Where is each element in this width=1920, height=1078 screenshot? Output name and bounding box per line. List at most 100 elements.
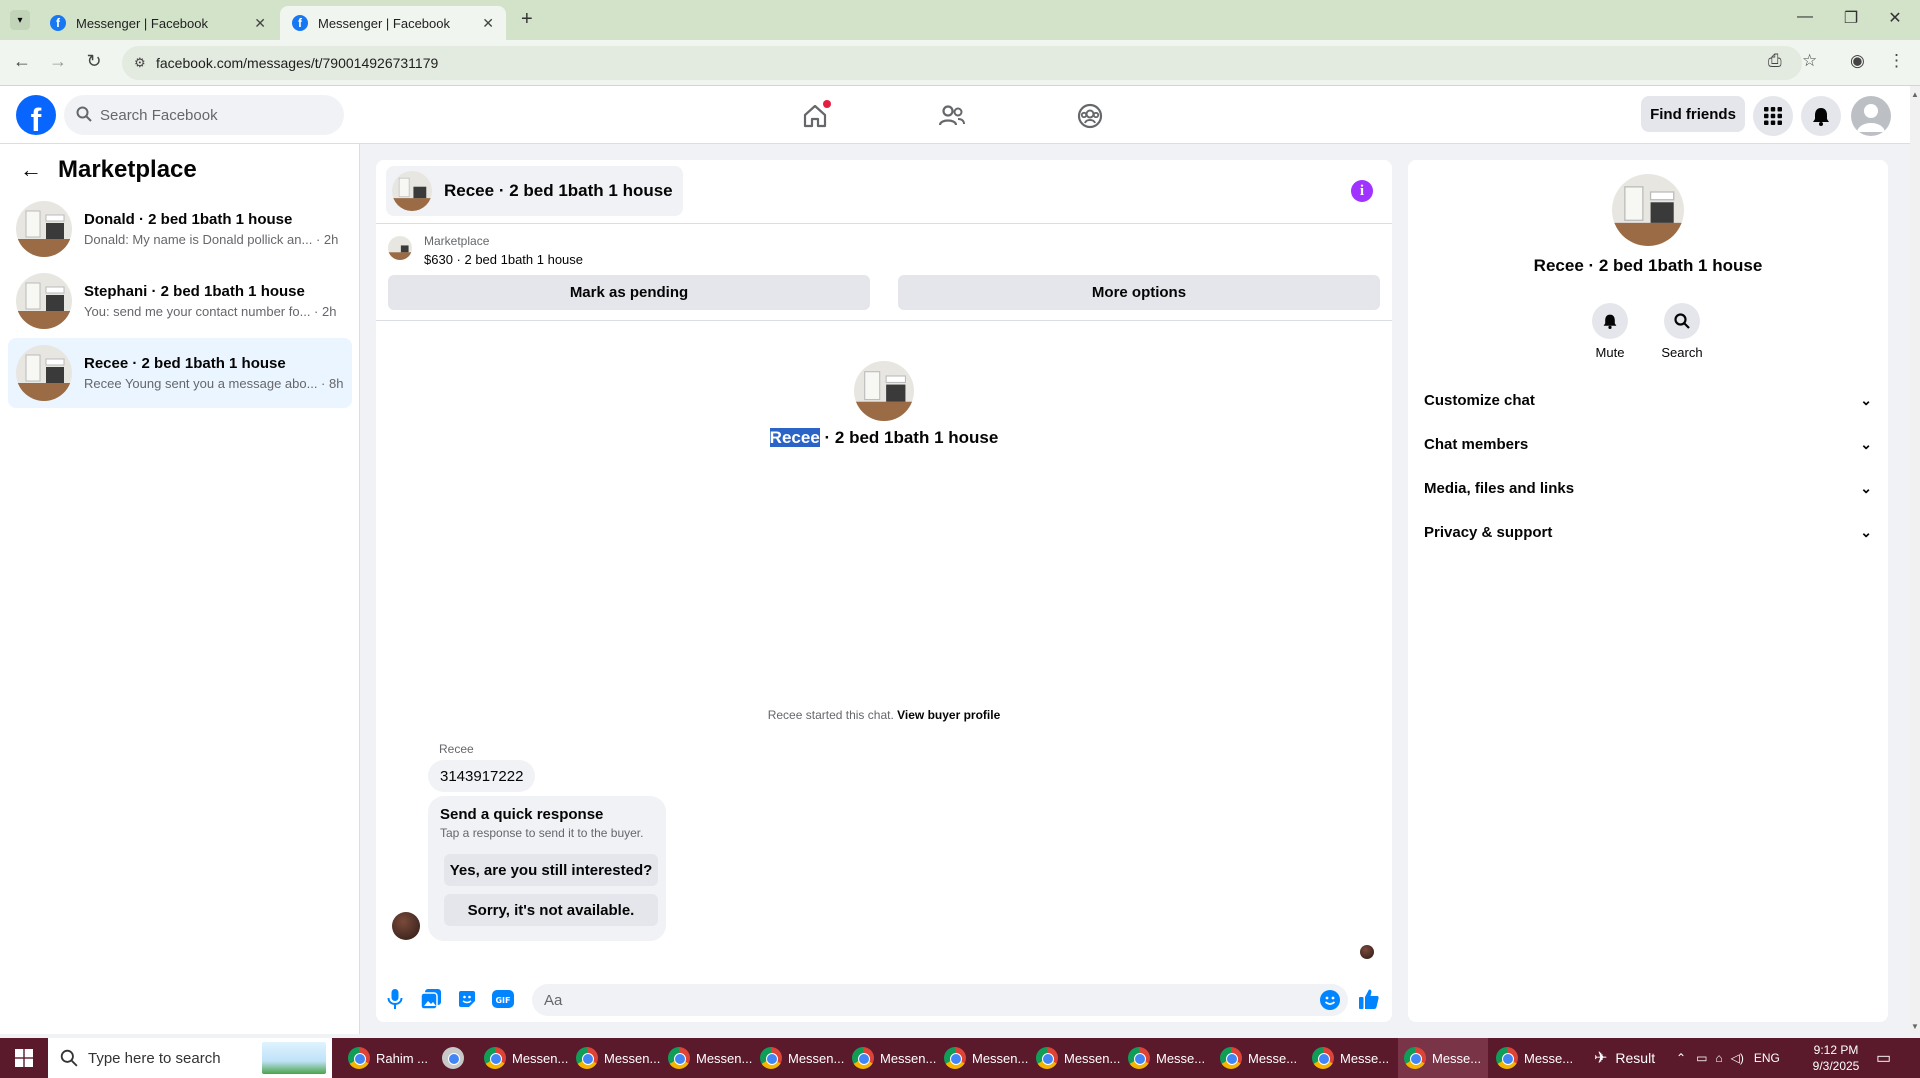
scroll-up-arrow-icon[interactable]: ▲ <box>1911 90 1919 99</box>
profile-icon[interactable]: ◉ <box>1850 51 1865 71</box>
mute-button[interactable]: Mute <box>1580 303 1640 360</box>
chevron-down-icon: ⌄ <box>1860 479 1872 496</box>
seen-indicator-avatar <box>1360 945 1374 959</box>
browser-menu-icon[interactable]: ⋮ <box>1888 51 1905 71</box>
forward-arrow-icon[interactable]: → <box>46 51 70 72</box>
close-tab-icon[interactable]: ✕ <box>482 15 494 32</box>
taskbar-app-chrome[interactable]: Messen... <box>754 1038 844 1078</box>
chrome-icon <box>668 1047 690 1069</box>
taskbar-app-chrome[interactable]: Messe... <box>1306 1038 1396 1078</box>
thumbs-up-icon[interactable] <box>1358 988 1380 1010</box>
browser-tab-1[interactable]: f Messenger | Facebook ✕ <box>38 6 278 40</box>
menu-grid-icon[interactable] <box>1753 96 1793 136</box>
tab-search-chevron-icon[interactable]: ▾ <box>10 10 30 30</box>
url-field[interactable]: ⚙ facebook.com/messages/t/79001492673117… <box>122 46 1802 80</box>
home-icon[interactable] <box>797 98 833 134</box>
search-in-chat-button[interactable]: Search <box>1652 303 1712 360</box>
taskbar-app-chrome[interactable]: Messen... <box>1030 1038 1120 1078</box>
conversation-name: Stephani · 2 bed 1bath 1 house <box>84 283 305 300</box>
chat-members-section[interactable]: Chat members ⌄ <box>1424 426 1872 462</box>
quick-reply-still-interested-button[interactable]: Yes, are you still interested? <box>444 854 658 886</box>
back-arrow-icon[interactable]: ← <box>10 51 34 72</box>
scroll-down-arrow-icon[interactable]: ▼ <box>1911 1022 1919 1031</box>
view-buyer-profile-link[interactable]: View buyer profile <box>897 708 1000 722</box>
listing-thumbnail[interactable] <box>388 236 412 260</box>
taskbar-app-chrome[interactable]: Messe... <box>1490 1038 1580 1078</box>
conversation-item-recee[interactable]: Recee · 2 bed 1bath 1 house Recee Young … <box>8 338 352 408</box>
bookmark-star-icon[interactable]: ☆ <box>1802 51 1817 71</box>
taskbar-app-chrome[interactable]: Messen... <box>570 1038 660 1078</box>
windows-taskbar: Type here to search Rahim ... Messen... … <box>0 1038 1920 1078</box>
taskbar-app-label: Messen... <box>788 1050 844 1066</box>
restore-icon[interactable]: ❐ <box>1836 8 1866 28</box>
system-tray: ⌃ ▭ ⌂ ◁) ENG <box>1676 1038 1780 1078</box>
taskbar-app-chrome[interactable]: Messen... <box>478 1038 568 1078</box>
browser-tab-2[interactable]: f Messenger | Facebook ✕ <box>280 6 506 40</box>
photo-icon[interactable] <box>420 988 442 1010</box>
media-files-links-section[interactable]: Media, files and links ⌄ <box>1424 470 1872 506</box>
sender-avatar[interactable] <box>392 912 420 940</box>
notifications-bell-icon[interactable] <box>1801 96 1841 136</box>
window-close-icon[interactable]: ✕ <box>1880 8 1910 28</box>
mute-label: Mute <box>1595 345 1625 360</box>
taskbar-app-pinned[interactable] <box>436 1038 472 1078</box>
language-indicator[interactable]: ENG <box>1754 1051 1780 1065</box>
emoji-icon[interactable] <box>1320 990 1340 1010</box>
privacy-support-section[interactable]: Privacy & support ⌄ <box>1424 514 1872 550</box>
tray-expand-chevron-icon[interactable]: ⌃ <box>1676 1051 1686 1065</box>
taskbar-app-chrome[interactable]: Rahim ... <box>342 1038 432 1078</box>
taskbar-app-chrome[interactable]: Messen... <box>938 1038 1028 1078</box>
close-tab-icon[interactable]: ✕ <box>254 15 266 32</box>
taskbar-weather-widget[interactable]: ✈ Result <box>1588 1038 1672 1078</box>
reload-icon[interactable]: ↻ <box>82 51 106 72</box>
listing-price[interactable]: $630 · 2 bed 1bath 1 house <box>424 252 583 267</box>
find-friends-button[interactable]: Find friends <box>1641 96 1745 132</box>
sticker-icon[interactable] <box>456 988 478 1010</box>
message-input[interactable] <box>532 984 1348 1016</box>
chat-header-button[interactable]: Recee · 2 bed 1bath 1 house <box>386 166 683 216</box>
microphone-icon[interactable] <box>384 988 406 1010</box>
taskbar-clock[interactable]: 9:12 PM 9/3/2025 <box>1800 1042 1872 1074</box>
account-avatar[interactable] <box>1851 96 1891 136</box>
taskbar-app-chrome[interactable]: Messe... <box>1214 1038 1304 1078</box>
clock-time: 9:12 PM <box>1813 1043 1859 1057</box>
taskbar-app-label: Messe... <box>1248 1050 1298 1066</box>
groups-icon[interactable] <box>1072 98 1108 134</box>
friends-icon[interactable] <box>934 98 970 134</box>
windows-start-icon[interactable] <box>0 1038 48 1078</box>
back-arrow-icon[interactable]: ← <box>20 157 42 183</box>
facebook-search-input[interactable]: Search Facebook <box>64 95 344 135</box>
search-highlight-illustration <box>262 1042 326 1074</box>
conversation-item-donald[interactable]: Donald · 2 bed 1bath 1 house Donald: My … <box>8 194 352 264</box>
install-app-icon[interactable]: ⎙ <box>1768 51 1782 71</box>
new-tab-plus-icon[interactable]: + <box>521 8 533 31</box>
taskbar-app-label: Messe... <box>1524 1050 1574 1066</box>
taskbar-app-chrome-active[interactable]: Messe... <box>1398 1038 1488 1078</box>
app-icon <box>442 1047 464 1069</box>
message-bubble[interactable]: 3143917222 <box>428 760 536 792</box>
minimize-icon[interactable]: — <box>1790 8 1820 26</box>
taskbar-app-chrome[interactable]: Messe... <box>1122 1038 1212 1078</box>
conversation-snippet: Donald: My name is Donald pollick an... … <box>84 232 339 247</box>
page-scrollbar[interactable] <box>1910 86 1920 1034</box>
taskbar-app-chrome[interactable]: Messen... <box>846 1038 936 1078</box>
conversation-item-stephani[interactable]: Stephani · 2 bed 1bath 1 house You: send… <box>8 266 352 336</box>
volume-icon[interactable]: ◁) <box>1731 1051 1744 1065</box>
site-info-icon[interactable]: ⚙ <box>134 55 146 71</box>
listing-thumbnail <box>392 171 432 211</box>
more-options-button[interactable]: More options <box>898 275 1380 310</box>
tray-meet-icon[interactable]: ▭ <box>1696 1051 1707 1065</box>
taskbar-app-chrome[interactable]: Messen... <box>662 1038 752 1078</box>
clock-date: 9/3/2025 <box>1812 1059 1860 1073</box>
mark-as-pending-button[interactable]: Mark as pending <box>388 275 870 310</box>
network-icon[interactable]: ⌂ <box>1715 1051 1722 1065</box>
action-center-icon[interactable]: ▭ <box>1876 1048 1891 1068</box>
chevron-down-icon: ⌄ <box>1860 523 1872 540</box>
info-icon[interactable]: i <box>1351 180 1373 202</box>
customize-chat-section[interactable]: Customize chat ⌄ <box>1424 382 1872 418</box>
chat-started-text: Recee started this chat. <box>767 708 898 722</box>
quick-reply-not-available-button[interactable]: Sorry, it's not available. <box>444 894 658 926</box>
gif-icon[interactable]: GIF <box>492 988 514 1010</box>
conversation-snippet: Recee Young sent you a message abo... · … <box>84 376 344 391</box>
facebook-logo-icon[interactable]: f <box>16 95 56 135</box>
